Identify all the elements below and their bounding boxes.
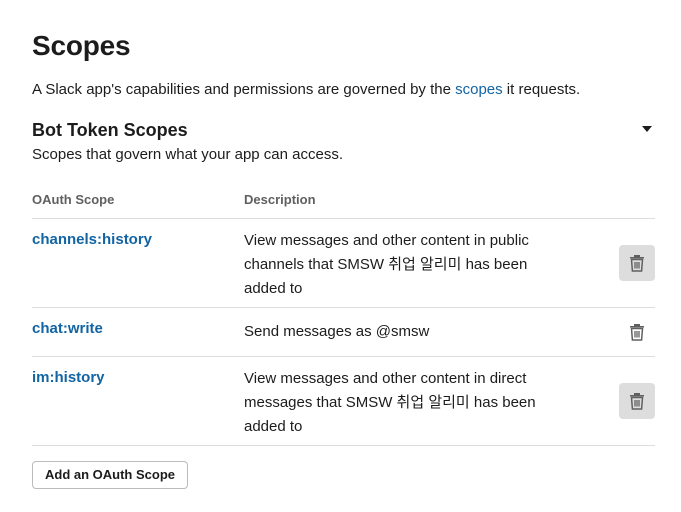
intro-suffix: it requests. [502,81,581,98]
scopes-table: OAuth Scope Description channels:history… [32,188,655,446]
scope-name[interactable]: channels:history [32,231,152,248]
scope-description: Send messages as @smsw [244,323,430,340]
page-title: Scopes [32,30,131,61]
caret-down-icon[interactable] [639,123,655,135]
scope-name[interactable]: chat:write [32,320,103,337]
trash-icon[interactable] [619,314,655,350]
header-oauth-scope: OAuth Scope [32,192,115,207]
trash-icon[interactable] [619,383,655,419]
scope-description: View messages and other content in publi… [244,232,529,297]
table-row: channels:history View messages and other… [32,219,655,308]
table-row: chat:write Send messages as @smsw [32,308,655,357]
trash-icon[interactable] [619,245,655,281]
section-subtitle: Scopes that govern what your app can acc… [32,146,344,163]
intro-text: A Slack app's capabilities and permissio… [32,81,580,98]
table-header: OAuth Scope Description [32,188,655,219]
add-oauth-scope-button[interactable]: Add an OAuth Scope [32,461,188,489]
scopes-link[interactable]: scopes [455,81,503,98]
table-row: im:history View messages and other conte… [32,357,655,446]
scope-name[interactable]: im:history [32,369,105,386]
intro-prefix: A Slack app's capabilities and permissio… [32,81,456,98]
section-title: Bot Token Scopes [32,120,188,140]
header-description: Description [244,192,316,207]
scope-description: View messages and other content in direc… [244,370,536,435]
